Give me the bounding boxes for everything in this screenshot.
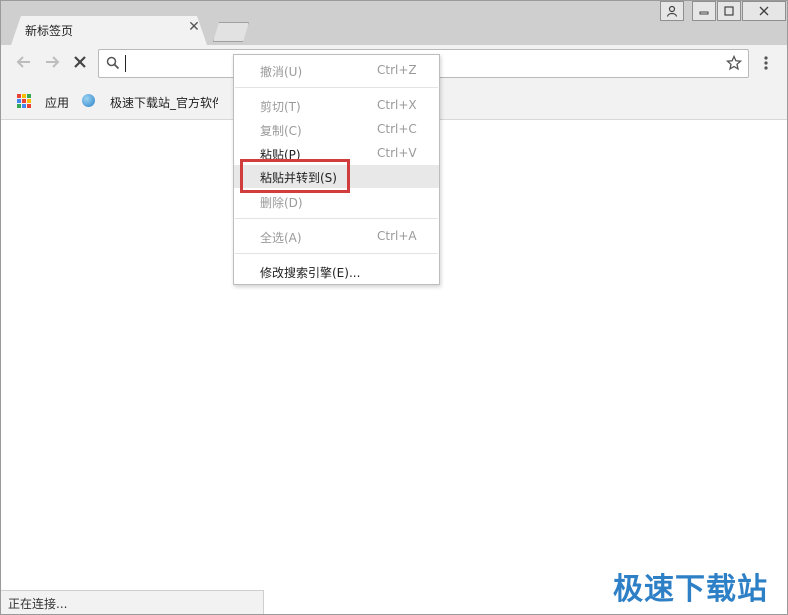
globe-icon xyxy=(82,94,95,107)
minimize-button[interactable] xyxy=(692,1,716,21)
menu-kebab-icon[interactable] xyxy=(760,55,772,71)
menu-shortcut: Ctrl+X xyxy=(377,98,417,112)
bookmark-star-icon[interactable] xyxy=(726,55,742,71)
menu-label: 删除(D) xyxy=(260,196,303,210)
tab-title: 新标签页 xyxy=(25,24,74,38)
close-window-button[interactable] xyxy=(742,1,786,21)
menu-separator xyxy=(235,218,438,219)
browser-window: 新标签页 ✕ 应用 极速下载站_官方软件 撤消(U) Ctrl+Z 剪切(T) … xyxy=(0,0,788,615)
new-tab-button[interactable] xyxy=(213,22,249,42)
menu-item-copy[interactable]: 复制(C) Ctrl+C xyxy=(234,118,439,141)
search-icon xyxy=(106,56,120,70)
menu-label: 撤消(U) xyxy=(260,65,303,79)
menu-separator xyxy=(235,253,438,254)
text-cursor xyxy=(125,55,126,72)
menu-shortcut: Ctrl+Z xyxy=(377,63,417,77)
title-bar: 新标签页 ✕ xyxy=(1,1,787,45)
menu-shortcut: Ctrl+A xyxy=(377,229,417,243)
apps-grid-icon[interactable] xyxy=(17,94,31,108)
status-bar: 正在连接... xyxy=(1,590,264,614)
menu-shortcut: Ctrl+C xyxy=(377,122,417,136)
watermark-logo: 极速下载站 xyxy=(613,572,768,607)
status-text: 正在连接... xyxy=(8,597,68,611)
tab-new-tab[interactable]: 新标签页 ✕ xyxy=(11,16,207,45)
menu-label: 剪切(T) xyxy=(260,100,301,114)
bookmark-apps[interactable]: 应用 xyxy=(45,94,69,111)
profile-icon[interactable] xyxy=(660,1,684,21)
highlight-annotation-box xyxy=(240,159,350,193)
menu-label: 复制(C) xyxy=(260,124,302,138)
back-button[interactable] xyxy=(13,51,35,73)
menu-label: 全选(A) xyxy=(260,231,302,245)
menu-separator xyxy=(235,87,438,88)
bookmark-jisu[interactable]: 极速下载站_官方软件 xyxy=(110,94,218,111)
stop-loading-button[interactable] xyxy=(69,51,91,73)
menu-item-undo[interactable]: 撤消(U) Ctrl+Z xyxy=(234,59,439,82)
menu-item-cut[interactable]: 剪切(T) Ctrl+X xyxy=(234,94,439,117)
menu-item-delete[interactable]: 删除(D) xyxy=(234,190,439,213)
menu-shortcut: Ctrl+V xyxy=(377,146,417,160)
maximize-button[interactable] xyxy=(717,1,741,21)
menu-item-select-all[interactable]: 全选(A) Ctrl+A xyxy=(234,225,439,248)
menu-label: 修改搜索引擎(E)... xyxy=(260,266,361,280)
menu-item-edit-search-engines[interactable]: 修改搜索引擎(E)... xyxy=(234,260,439,283)
forward-button[interactable] xyxy=(41,51,63,73)
tab-close-icon[interactable]: ✕ xyxy=(187,20,201,34)
